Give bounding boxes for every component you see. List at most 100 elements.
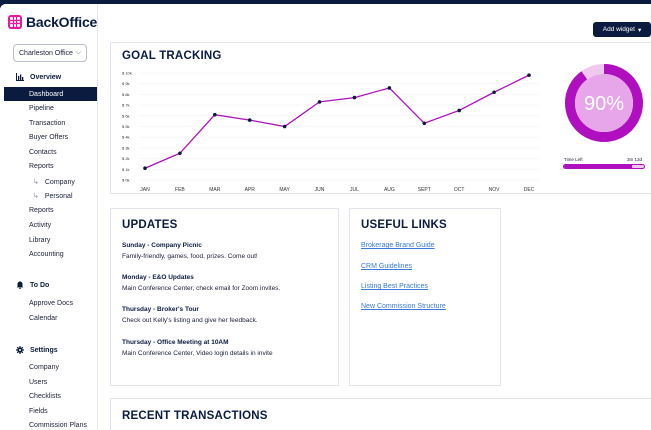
x-tick-label: JUL <box>350 187 359 193</box>
sidebar-item-calendar[interactable]: Calendar <box>29 315 57 322</box>
update-body: Check out Kelly's listing and give her f… <box>122 317 258 324</box>
x-tick-label: SEPT <box>418 187 431 193</box>
gear-icon <box>16 346 24 354</box>
data-point[interactable] <box>422 121 427 126</box>
x-tick-label: AUG <box>384 187 395 193</box>
sidebar-item-accounting[interactable]: Accounting <box>29 251 64 258</box>
gauge-value: 90% <box>584 93 624 115</box>
sidebar-item-pipeline[interactable]: Pipeline <box>29 105 54 112</box>
card-title: RECENT TRANSACTIONS <box>122 410 268 422</box>
data-point[interactable] <box>457 108 461 113</box>
data-point[interactable] <box>527 73 531 77</box>
y-tick-label: $ 6k <box>122 113 130 118</box>
x-tick-label: NOV <box>489 187 501 193</box>
data-point[interactable] <box>352 95 357 100</box>
card-title: USEFUL LINKS <box>361 219 447 231</box>
y-tick-label: $ 2k <box>122 156 130 161</box>
sidebar-section-label: Settings <box>30 346 58 354</box>
sidebar-item-commission-plans[interactable]: Commission Plans <box>29 422 87 429</box>
update-body: Main Conference Center, check email for … <box>122 285 281 292</box>
x-tick-label: JUN <box>315 187 325 193</box>
x-tick-label: OCT <box>454 187 465 193</box>
link-crm-guidelines[interactable]: CRM Guidelines <box>361 263 412 270</box>
update-heading: Monday - E&O Updates <box>122 274 194 281</box>
sidebar: BackOffice Charleston Office ⌵ Overview … <box>0 4 98 430</box>
data-point[interactable] <box>213 112 217 117</box>
sidebar-item-users[interactable]: Users <box>29 379 47 386</box>
data-point[interactable] <box>143 166 147 171</box>
sidebar-section-label: Overview <box>30 73 62 81</box>
sidebar-item-checklists[interactable]: Checklists <box>29 393 61 400</box>
link-brand-guide[interactable]: Brokerage Brand Guide <box>361 242 435 249</box>
x-tick-label: DEC <box>524 187 535 193</box>
sidebar-item-activity[interactable]: Activity <box>29 222 51 229</box>
x-tick-label: FEB <box>175 187 185 193</box>
y-tick-label: $ 4k <box>122 135 130 140</box>
subitem-arrow-icon: ↳ <box>33 193 39 200</box>
sidebar-item-fields[interactable]: Fields <box>29 408 48 415</box>
update-heading: Sunday - Company Picnic <box>122 242 202 249</box>
chevron-down-icon: ⌵ <box>75 49 81 56</box>
sidebar-item-reports[interactable]: Reports <box>29 163 54 170</box>
link-listing-best-practices[interactable]: Listing Best Practices <box>361 283 428 290</box>
data-point[interactable] <box>247 118 252 122</box>
sidebar-subitem-label: Personal <box>44 193 73 200</box>
brand[interactable]: BackOffice <box>8 14 97 30</box>
data-point[interactable] <box>178 151 182 156</box>
sidebar-section-settings[interactable]: Settings <box>16 346 58 354</box>
sidebar-item-buyer-offers[interactable]: Buyer Offers <box>29 134 68 141</box>
card-title: UPDATES <box>122 219 178 231</box>
sidebar-item-contacts[interactable]: Contacts <box>29 149 57 156</box>
brand-logo-icon <box>8 15 22 29</box>
useful-links-card: USEFUL LINKS Brokerage Brand Guide CRM G… <box>349 208 501 386</box>
sidebar-section-label: To Do <box>30 281 50 289</box>
time-left-bar <box>563 164 645 169</box>
sidebar-item-reports-2[interactable]: Reports <box>29 207 54 214</box>
x-tick-label: MAY <box>279 187 290 193</box>
goal-line-chart: $ 0k $ 1k $ 2k $ 3k $ 4k $ 5k $ 6k $ 7k $ 8k $ 9k… <box>122 71 539 193</box>
sidebar-section-overview[interactable]: Overview <box>16 73 61 81</box>
data-point[interactable] <box>492 90 496 95</box>
caret-down-icon: ▾ <box>637 26 642 34</box>
app-window: BackOffice Charleston Office ⌵ Overview … <box>0 4 651 430</box>
y-tick-label: $ 0k <box>122 178 130 183</box>
update-body: Family-friendly, games, food, prizes. Co… <box>122 253 258 260</box>
y-tick-label: $ 10k <box>122 71 132 76</box>
bell-icon <box>16 281 24 290</box>
update-heading: Thursday - Office Meeting at 10AM <box>122 339 229 346</box>
x-tick-label: APR <box>245 187 256 193</box>
sidebar-item-approve-docs[interactable]: Approve Docs <box>29 300 73 307</box>
card-title: GOAL TRACKING <box>122 50 222 62</box>
x-tick-label: MAR <box>209 187 221 193</box>
sidebar-item-library[interactable]: Library <box>29 237 50 244</box>
sidebar-subitem-label: Company <box>44 179 75 186</box>
time-left-label: Time Left <box>564 157 583 162</box>
add-widget-label: Add widget <box>602 26 635 33</box>
y-tick-label: $ 3k <box>122 145 130 150</box>
x-tick-label: JAN <box>140 187 150 193</box>
data-point[interactable] <box>387 86 392 90</box>
data-point[interactable] <box>317 100 322 104</box>
series-line <box>144 74 530 169</box>
y-tick-label: $ 9k <box>122 81 130 86</box>
update-heading: Thursday - Broker's Tour <box>122 306 199 313</box>
goal-gauge: 90% <box>565 64 643 142</box>
sidebar-subitem-company[interactable]: ↳ Company <box>33 178 75 186</box>
office-select[interactable]: Charleston Office ⌵ <box>13 44 87 62</box>
time-left-bar-fill <box>564 165 632 168</box>
updates-card: UPDATES Sunday - Company Picnic Family-f… <box>110 208 339 386</box>
add-widget-button[interactable]: Add widget ▾ <box>593 22 651 37</box>
topbar: Add widget ▾ <box>98 4 651 40</box>
sidebar-item-company[interactable]: Company <box>29 364 59 371</box>
link-commission-structure[interactable]: New Commission Structure <box>361 303 446 310</box>
office-select-value: Charleston Office <box>19 49 73 57</box>
data-point[interactable] <box>282 124 287 129</box>
sidebar-subitem-personal[interactable]: ↳ Personal <box>33 192 73 200</box>
recent-transactions-card: RECENT TRANSACTIONS <box>110 398 651 430</box>
chart-icon <box>16 73 24 81</box>
sidebar-section-todo[interactable]: To Do <box>16 281 50 290</box>
sidebar-item-transaction[interactable]: Transaction <box>29 120 65 127</box>
y-tick-label: $ 7k <box>122 103 130 108</box>
update-body: Main Conference Center, Video login deta… <box>122 350 273 357</box>
sidebar-item-label: Dashboard <box>29 91 64 98</box>
